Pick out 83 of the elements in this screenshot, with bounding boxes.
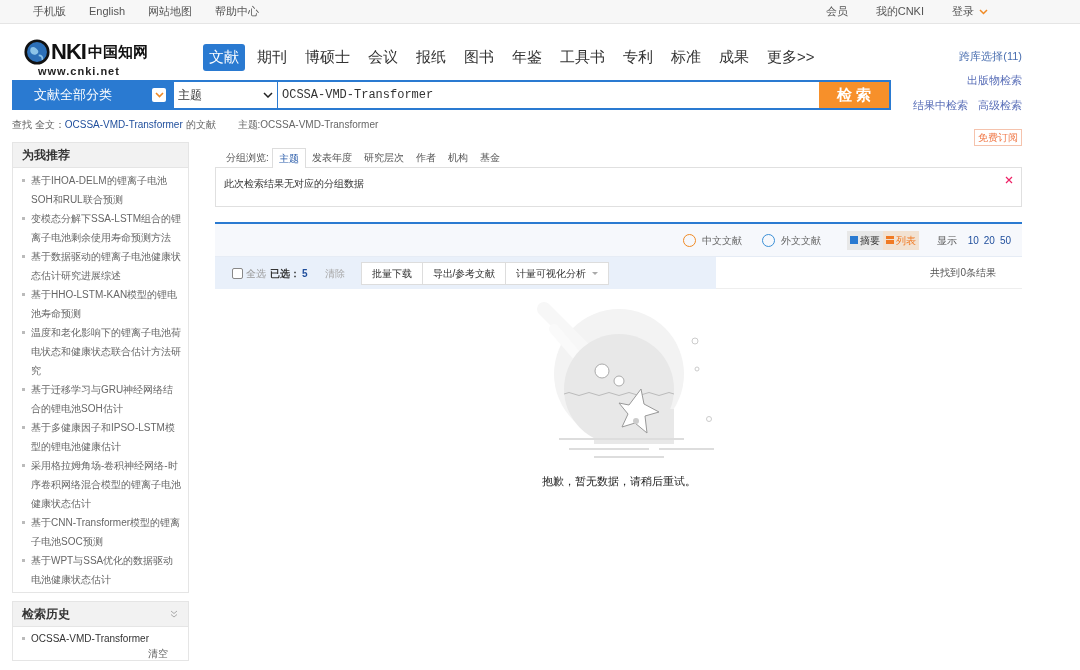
advanced-search-link[interactable]: 高级检索 [978, 96, 1022, 113]
clear-history-link[interactable]: 清空 [148, 648, 168, 660]
result-count: 共找到0条结果 [930, 266, 996, 280]
nav-tab[interactable]: 期刊 [251, 44, 293, 71]
nav-tab[interactable]: 报纸 [410, 44, 452, 71]
group-tab[interactable]: 基金 [473, 148, 506, 167]
bullet-icon [22, 179, 25, 182]
in-results-search-link[interactable]: 结果中检索 [913, 96, 968, 113]
bullet-icon [22, 217, 25, 220]
nav-tab[interactable]: 文献 [203, 44, 245, 71]
group-tab[interactable]: 机构 [441, 148, 474, 167]
nav-tab[interactable]: 专利 [617, 44, 659, 71]
panel-title: 为我推荐 [13, 143, 188, 168]
bullet-icon [22, 637, 25, 640]
language-filter[interactable]: 外文文献 [761, 232, 821, 248]
nav-tab[interactable]: 图书 [458, 44, 500, 71]
top-link[interactable]: 手机版 [33, 3, 66, 20]
bullet-icon [22, 464, 25, 467]
group-browse-label: 分组浏览: [226, 151, 269, 165]
panel-title: 检索历史 [22, 606, 70, 623]
action-button[interactable]: 导出/参考文献 [421, 262, 506, 284]
recommended-link[interactable]: 基于迁移学习与GRU神经网络结合的锂电池SOH估计 [31, 380, 182, 418]
bullet-icon [22, 255, 25, 258]
recommended-link[interactable]: 温度和老化影响下的锂离子电池荷电状态和健康状态联合估计方法研究 [31, 323, 182, 380]
empty-message: 抱歉，暂无数据，请稍后重试。 [541, 474, 696, 489]
select-all-checkbox[interactable] [232, 267, 243, 279]
no-group-data-message: 此次检索结果无对应的分组数据 [224, 177, 364, 191]
summary-icon [849, 236, 858, 244]
category-dropdown[interactable]: 文献全部分类 [14, 82, 174, 108]
group-tab[interactable]: 研究层次 [357, 148, 410, 167]
group-tab[interactable]: 主题 [271, 148, 306, 168]
caret-icon [979, 8, 988, 15]
page-size-link[interactable]: 50 [999, 232, 1011, 248]
recommended-link[interactable]: 基于IHOA-DELM的锂离子电池SOH和RUL联合预测 [31, 171, 182, 209]
page-size-link[interactable]: 20 [983, 232, 995, 248]
group-tab[interactable]: 发表年度 [305, 148, 358, 167]
bullet-icon [22, 388, 25, 391]
caret-icon [592, 271, 599, 275]
bullet-icon [22, 521, 25, 524]
nav-tab[interactable]: 工具书 [554, 44, 611, 71]
action-button[interactable]: 计量可视化分析 [505, 262, 609, 284]
login-link[interactable]: 登录 [952, 3, 988, 20]
recommended-link[interactable]: 变模态分解下SSA-LSTM组合的锂离子电池剩余使用寿命预测方法 [31, 209, 182, 247]
nav-tab[interactable]: 博硕士 [299, 44, 356, 71]
nav-tab[interactable]: 成果 [713, 44, 755, 71]
recommended-link[interactable]: 基于HHO-LSTM-KAN模型的锂电池寿命预测 [31, 285, 182, 323]
recommended-link[interactable]: 基于数据驱动的锂离子电池健康状态估计研究进展综述 [31, 247, 182, 285]
top-link[interactable]: English [89, 3, 126, 20]
nav-tab[interactable]: 标准 [665, 44, 707, 71]
selected-count: 5 [302, 266, 308, 281]
recommended-link[interactable]: 基于CNN-Transformer模型的锂离子电池SOC预测 [31, 513, 182, 551]
topic-summary: 主题:OCSSA-VMD-Transformer [237, 118, 379, 132]
chevron-icon [263, 92, 273, 98]
history-link[interactable]: OCSSA-VMD-Transformer [31, 629, 149, 648]
selected-label: 已选： [270, 266, 300, 281]
top-link[interactable]: 我的CNKI [875, 3, 924, 20]
nav-tab[interactable]: 会议 [362, 44, 404, 71]
bullet-icon [22, 293, 25, 296]
recommended-link[interactable]: 基于多健康因子和IPSO-LSTM模型的锂电池健康估计 [31, 418, 182, 456]
search-bar[interactable]: 文献全部分类 主题 OCSSA-VMD-Transformer 检 索 [12, 80, 891, 110]
page-size-link[interactable]: 10 [967, 232, 979, 248]
bullet-icon [22, 426, 25, 429]
show-label: 显示 [936, 233, 957, 248]
recommended-link[interactable]: 采用格拉姆角场-卷积神经网络-时序卷积网络混合模型的锂离子电池健康状态估计 [31, 456, 182, 513]
group-tab[interactable]: 作者 [409, 148, 442, 167]
recommended-link[interactable]: 基于WPT与SSA优化的数据驱动电池健康状态估计 [31, 551, 182, 589]
publication-search-link[interactable]: 出版物检索 [967, 72, 1022, 89]
top-link[interactable]: 会员 [825, 3, 848, 20]
bullet-icon [22, 559, 25, 562]
nav-tab[interactable]: 年鉴 [506, 44, 548, 71]
view-toggle[interactable]: 摘要 [846, 230, 883, 250]
cross-db-link[interactable]: 跨库选择(11) [959, 48, 1022, 65]
chevron-icon [152, 88, 166, 102]
query-summary: 查找 全文：OCSSA-VMD-Transformer 的文献 [12, 118, 216, 132]
list-icon [885, 236, 894, 244]
language-filter[interactable]: 中文文献 [682, 232, 742, 248]
bullet-icon [22, 331, 25, 334]
top-link[interactable]: 网站地图 [148, 3, 193, 20]
cnki-logo[interactable]: NKI中国知网 www.cnki.net [24, 38, 179, 76]
nav-tab[interactable]: 更多>> [761, 44, 821, 71]
action-button[interactable]: 批量下载 [361, 262, 422, 284]
top-link[interactable]: 帮助中心 [215, 3, 260, 20]
chevron-down-icon[interactable] [170, 610, 178, 618]
